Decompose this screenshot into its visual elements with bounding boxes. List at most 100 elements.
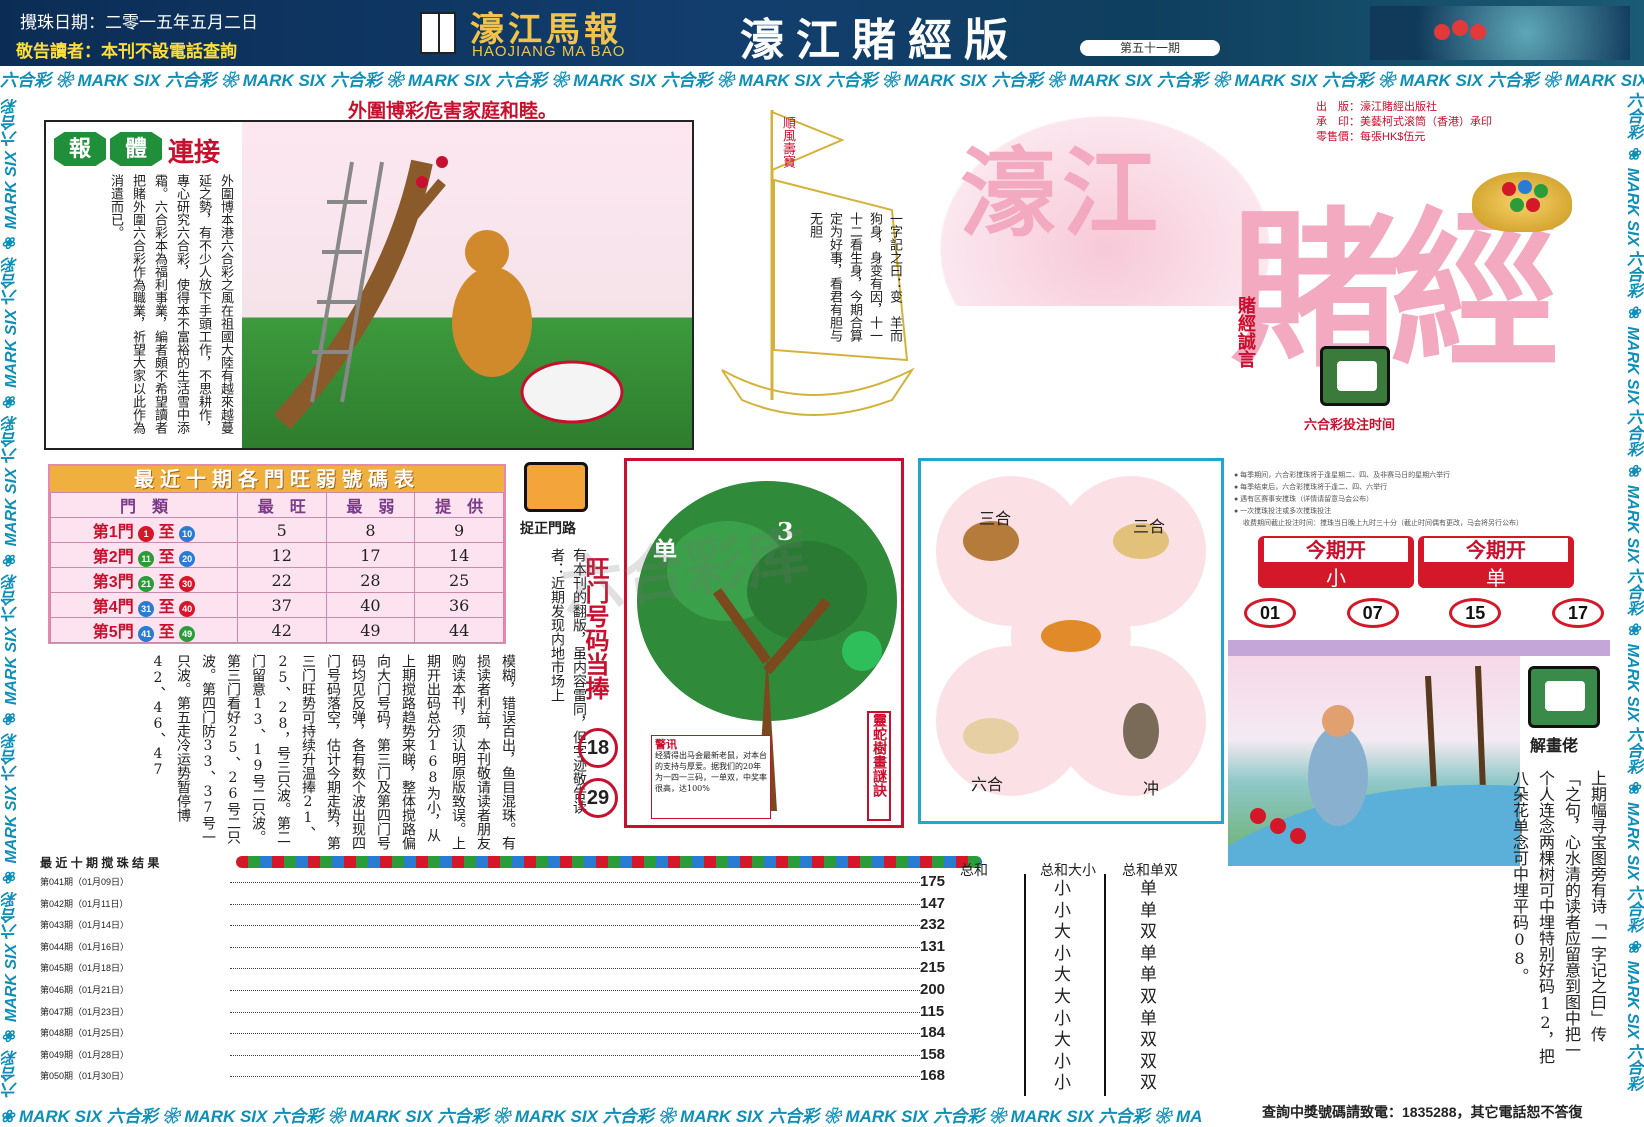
result-period: 第045期（01月18日） xyxy=(40,963,130,974)
publisher-label: 出 版： xyxy=(1316,101,1360,113)
printer: 美藝柯式滚筒（香港）承印 xyxy=(1360,116,1492,128)
result-row: 第044期（01月16日） 131 xyxy=(40,937,970,958)
book-icon xyxy=(420,12,456,54)
result-sum: 158 xyxy=(920,1045,946,1063)
stats-table-box: 最近十期各門旺弱號碼表 門 類 最 旺 最 弱 提 供 第1門 1 至 10 5… xyxy=(48,464,506,644)
result-row: 第041期（01月09日） 175 xyxy=(40,872,970,893)
printer-label: 承 印： xyxy=(1316,116,1360,128)
result-sum: 175 xyxy=(920,873,946,890)
ball: 49 xyxy=(179,626,196,642)
result-sum: 131 xyxy=(920,937,946,955)
tip-value: 25 xyxy=(414,567,504,593)
door-label: 第3門 xyxy=(92,574,134,591)
today-label-1: 今期开 xyxy=(1264,538,1408,562)
riddle-bar xyxy=(1228,640,1610,656)
today-picks: 01 07 15 17 xyxy=(1244,598,1604,634)
article-box: 報 體 連接 外圍博本港六合彩之風在祖國大陸有越來越蔓延之勢，有不少人放下手頭工… xyxy=(44,120,694,450)
masthead: 濠江 賭經 出 版：濠江賭經出版社 承 印：美藝柯式滚筒（香港）承印 零售價：每… xyxy=(940,96,1610,433)
result-dotted-line xyxy=(230,882,920,883)
schedule-line: ● 遇有区赛事安搅珠（详情请留意马会公布） xyxy=(1234,496,1374,503)
tip-value: 14 xyxy=(414,542,504,568)
ball: 10 xyxy=(179,526,196,542)
schedule-line: ● 每季结束后，六合彩搅珠将于逢二、四、六举行 xyxy=(1234,484,1388,491)
result-period: 第042期（01月11日） xyxy=(40,898,129,909)
article-text-panel: 報 體 連接 外圍博本港六合彩之風在祖國大陸有越來越蔓延之勢，有不少人放下手頭工… xyxy=(46,122,242,448)
tip-value: 36 xyxy=(414,592,504,618)
sailboat-area: 順風壽寶 一字記之曰：变 羊而狗身，身变有因，十一十二看生身，今期合算定为好事，… xyxy=(712,100,922,430)
article-badge: 報 體 連接 xyxy=(50,130,240,170)
today-value-2: 单 xyxy=(1486,566,1506,590)
header-cold: 最 弱 xyxy=(325,492,416,518)
door-label: 第4門 xyxy=(92,599,134,616)
result-dotted-line xyxy=(230,1054,920,1056)
door-label: 第5門 xyxy=(92,624,134,641)
header-art xyxy=(1370,6,1630,60)
riddle-text: 上期幅寻宝图旁有诗「一字记之曰」传「之句，心水清的读者应留意到图中把一个人连念两… xyxy=(1510,770,1607,1064)
gold-ingot-icon xyxy=(1472,172,1572,232)
ball: 31 xyxy=(138,601,155,617)
result-sum: 232 xyxy=(920,916,946,934)
badge-lianjie: 連接 xyxy=(168,138,221,168)
result-odd: 双 xyxy=(1140,1073,1157,1094)
pick-number: 17 xyxy=(1551,598,1604,628)
ball: 1 xyxy=(138,526,155,542)
header-door: 門 類 xyxy=(50,492,238,518)
big-title-haojiang: 濠江 xyxy=(960,137,1164,250)
tip-value: 9 xyxy=(414,517,504,543)
big-title-dujing: 賭經 xyxy=(1230,191,1560,391)
results-title: 最 近 十 期 搅 珠 结 果 xyxy=(40,856,160,870)
result-period: 第043期（01月14日） xyxy=(40,920,130,931)
zodiac-label-bl: 六合 xyxy=(971,775,1004,794)
table-row: 第1門 1 至 10 5 8 9 xyxy=(50,517,504,543)
result-row: 第042期（01月11日） 147 xyxy=(40,894,970,915)
issue-number: 第五十一期 xyxy=(1080,40,1220,56)
ball: 11 xyxy=(138,551,155,567)
riddle-title: 解畫佬 xyxy=(1530,736,1579,755)
zodiac-label-tr: 三合 xyxy=(1133,517,1166,536)
pick-number: 07 xyxy=(1346,598,1399,628)
riddle-hand-icon xyxy=(1528,666,1600,728)
result-size: 小 xyxy=(1054,1073,1071,1094)
header-tip: 提 供 xyxy=(414,492,504,518)
ball: 30 xyxy=(179,576,196,592)
publisher-info: 出 版：濠江賭經出版社 承 印：美藝柯式滚筒（香港）承印 零售價：每張HK$伍元 xyxy=(1316,100,1616,145)
schedule-line: 收费期间截止投注时间：搅珠当日晚上九时三十分（截止时间偶有更改，马会将另行公布） xyxy=(1234,520,1523,527)
result-row: 第045期（01月18日） 215 xyxy=(40,958,970,979)
table-row: 第4門 31 至 40 37 40 36 xyxy=(50,592,504,618)
hot-value: 42 xyxy=(236,617,327,643)
zodiac-panel: 三合 三合 六合 冲 xyxy=(918,458,1224,824)
today-label-2: 今期开 xyxy=(1424,538,1568,562)
headline: 外圍博彩危害家庭和睦。 xyxy=(348,100,558,122)
connector: 至 xyxy=(158,549,175,566)
schedule-line: ● 每季期间，六合彩搅珠将于逢星期二、四、及非赛马日的星期六举行 xyxy=(1234,472,1451,479)
badge-bao: 報 xyxy=(54,132,106,166)
price: 每張HK$伍元 xyxy=(1360,131,1426,143)
result-dotted-line xyxy=(230,1011,920,1013)
hot-number: 18 xyxy=(578,728,618,768)
cold-value: 17 xyxy=(325,542,416,568)
article-body: 外圍博本港六合彩之風在祖國大陸有越來越蔓延之勢，有不少人放下手頭工作，不思耕作，… xyxy=(108,174,233,434)
result-sum: 200 xyxy=(920,981,946,998)
today-result-box: 今期开 今期开 小 单 xyxy=(1258,536,1578,590)
connector: 至 xyxy=(158,624,175,641)
edition-title: 濠江賭經版 xyxy=(740,15,1020,66)
result-row: 第048期（01月25日） 184 xyxy=(40,1023,970,1044)
result-dotted-line xyxy=(230,990,920,991)
tree-side-title: 靈蛇樹畫謎訣 xyxy=(867,711,891,821)
table-row: 第5門 41 至 49 42 49 44 xyxy=(50,617,504,643)
right-mark-six-strip: 六合彩 ❀ MARK SIX 六合彩 ❀ MARK SIX 六合彩 ❀ MARK… xyxy=(1624,92,1641,1098)
result-dotted-line xyxy=(230,968,920,970)
result-row: 第043期（01月14日） 232 xyxy=(40,915,970,936)
result-period: 第046期（01月21日） xyxy=(40,985,130,995)
zodiac-label-tl: 三合 xyxy=(979,509,1012,528)
price-label: 零售價： xyxy=(1316,131,1360,143)
schedule-line: ● 一次搅珠投注或多次搅珠投注 xyxy=(1234,508,1332,515)
connector: 至 xyxy=(158,574,175,591)
footer-hotline: 查詢中獎號碼請致電：1835288，其它電話恕不答復 xyxy=(1262,1100,1614,1124)
ball: 21 xyxy=(138,576,155,592)
result-dotted-line xyxy=(230,946,920,948)
table-row: 第3門 21 至 30 22 28 25 xyxy=(50,567,504,593)
top-mark-six-strip: 六合彩 ❀ MARK SIX 六合彩 ❀ MARK SIX 六合彩 ❀ MARK… xyxy=(0,66,1644,92)
hot-value: 37 xyxy=(236,592,327,618)
door-road-header: 捉正門路 xyxy=(520,462,592,542)
